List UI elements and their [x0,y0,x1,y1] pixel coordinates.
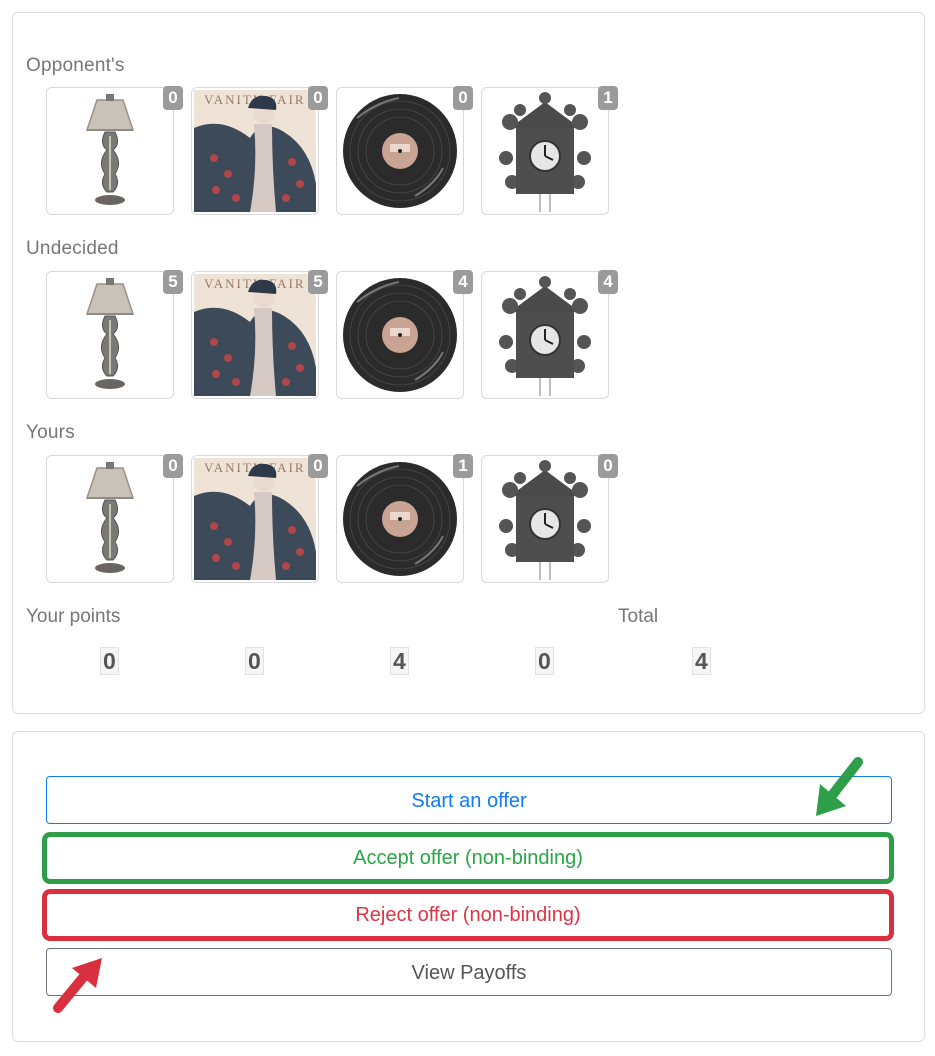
opponent-items-row: 0 0 0 1 [46,86,626,219]
opponent-record-item[interactable]: 0 [336,86,473,215]
section-label-opponent: Opponent's [26,55,125,76]
opponent-clock-item[interactable]: 1 [481,86,618,215]
points-lamp-value: 0 [100,647,119,675]
yours-painting-item[interactable]: 0 [191,454,328,583]
lamp-icon [47,456,173,582]
undecided-record-item[interactable]: 4 [336,270,473,399]
count-badge: 0 [308,454,328,478]
section-label-yours: Yours [26,422,75,443]
opponent-lamp-item[interactable]: 0 [46,86,183,215]
count-badge: 0 [598,454,618,478]
vinyl-record-icon [337,272,463,398]
vanity-fair-painting-icon [192,456,318,582]
accept-offer-button[interactable]: Accept offer (non-binding) [42,832,894,884]
cuckoo-clock-icon [482,272,608,398]
count-badge: 1 [453,454,473,478]
start-offer-button[interactable]: Start an offer [46,776,892,824]
yours-record-item[interactable]: 1 [336,454,473,583]
undecided-items-row: 5 5 4 4 [46,270,626,403]
vanity-fair-painting-icon [192,88,318,214]
yours-clock-item[interactable]: 0 [481,454,618,583]
offer-items-card: Opponent's 0 0 0 1 Undecided 5 5 4 4 You… [12,12,925,714]
your-points-label: Your points [26,606,121,627]
section-label-undecided: Undecided [26,238,119,259]
lamp-icon [47,272,173,398]
count-badge: 1 [598,86,618,110]
yours-lamp-item[interactable]: 0 [46,454,183,583]
count-badge: 0 [163,86,183,110]
count-badge: 5 [163,270,183,294]
cuckoo-clock-icon [482,88,608,214]
cuckoo-clock-icon [482,456,608,582]
reject-offer-button[interactable]: Reject offer (non-binding) [42,889,894,941]
undecided-painting-item[interactable]: 5 [191,270,328,399]
count-badge: 0 [453,86,473,110]
green-arrow-icon [816,757,863,816]
points-record-value: 4 [390,647,409,675]
yours-items-row: 0 0 1 0 [46,454,626,587]
lamp-icon [47,88,173,214]
vinyl-record-icon [337,456,463,582]
red-arrow-icon [53,958,102,1013]
vinyl-record-icon [337,88,463,214]
points-painting-value: 0 [245,647,264,675]
count-badge: 4 [598,270,618,294]
vanity-fair-painting-icon [192,272,318,398]
actions-card: Start an offer Accept offer (non-binding… [12,731,925,1042]
count-badge: 4 [453,270,473,294]
count-badge: 5 [308,270,328,294]
points-total-value: 4 [692,647,711,675]
count-badge: 0 [308,86,328,110]
view-payoffs-button[interactable]: View Payoffs [46,948,892,996]
points-clock-value: 0 [535,647,554,675]
count-badge: 0 [163,454,183,478]
opponent-painting-item[interactable]: 0 [191,86,328,215]
total-label: Total [618,606,659,627]
undecided-lamp-item[interactable]: 5 [46,270,183,399]
undecided-clock-item[interactable]: 4 [481,270,618,399]
